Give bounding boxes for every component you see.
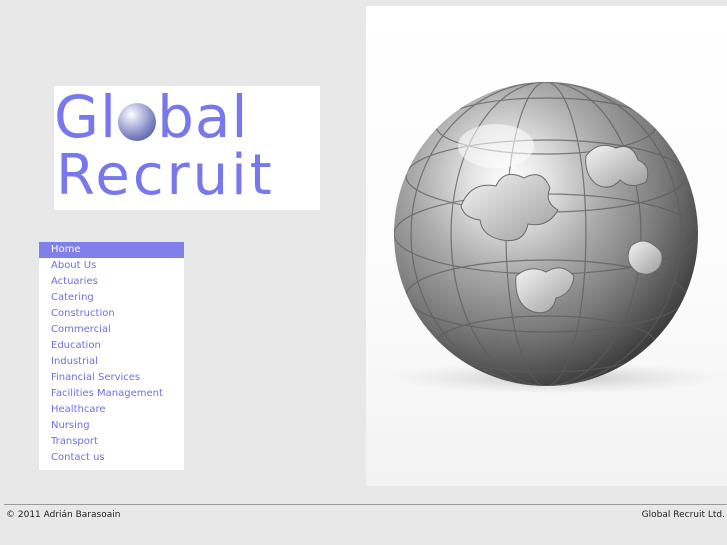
logo-word-recruit: Recruit	[56, 143, 275, 208]
logo-text-gl: Gl	[54, 83, 118, 151]
nav-item-facilities-management[interactable]: Facilities Management	[39, 386, 184, 402]
nav-item-actuaries[interactable]: Actuaries	[39, 274, 184, 290]
nav-item-catering[interactable]: Catering	[39, 290, 184, 306]
logo-ball-icon	[118, 103, 157, 141]
nav-item-contact-us[interactable]: Contact us	[39, 450, 184, 466]
nav-item-education[interactable]: Education	[39, 338, 184, 354]
nav-item-commercial[interactable]: Commercial	[39, 322, 184, 338]
nav-item-home[interactable]: Home	[39, 242, 184, 258]
page: Gl bal Recruit Home About Us Actuaries Ca…	[0, 0, 727, 545]
footer-company: Global Recruit Ltd.	[641, 510, 725, 520]
globe-puzzle-image	[366, 6, 727, 486]
footer-copyright: © 2011 Adrián Barasoain	[6, 510, 121, 520]
footer-divider	[4, 504, 727, 505]
logo-text-bal: bal	[157, 83, 249, 151]
nav-item-financial-services[interactable]: Financial Services	[39, 370, 184, 386]
nav-item-healthcare[interactable]: Healthcare	[39, 402, 184, 418]
globe-illustration	[386, 82, 726, 394]
main-nav: Home About Us Actuaries Catering Constru…	[39, 242, 184, 470]
site-logo[interactable]: Gl bal Recruit	[54, 86, 320, 210]
nav-item-about-us[interactable]: About Us	[39, 258, 184, 274]
nav-item-transport[interactable]: Transport	[39, 434, 184, 450]
logo-word-global: Gl bal	[54, 88, 249, 146]
nav-item-industrial[interactable]: Industrial	[39, 354, 184, 370]
nav-item-nursing[interactable]: Nursing	[39, 418, 184, 434]
nav-item-construction[interactable]: Construction	[39, 306, 184, 322]
